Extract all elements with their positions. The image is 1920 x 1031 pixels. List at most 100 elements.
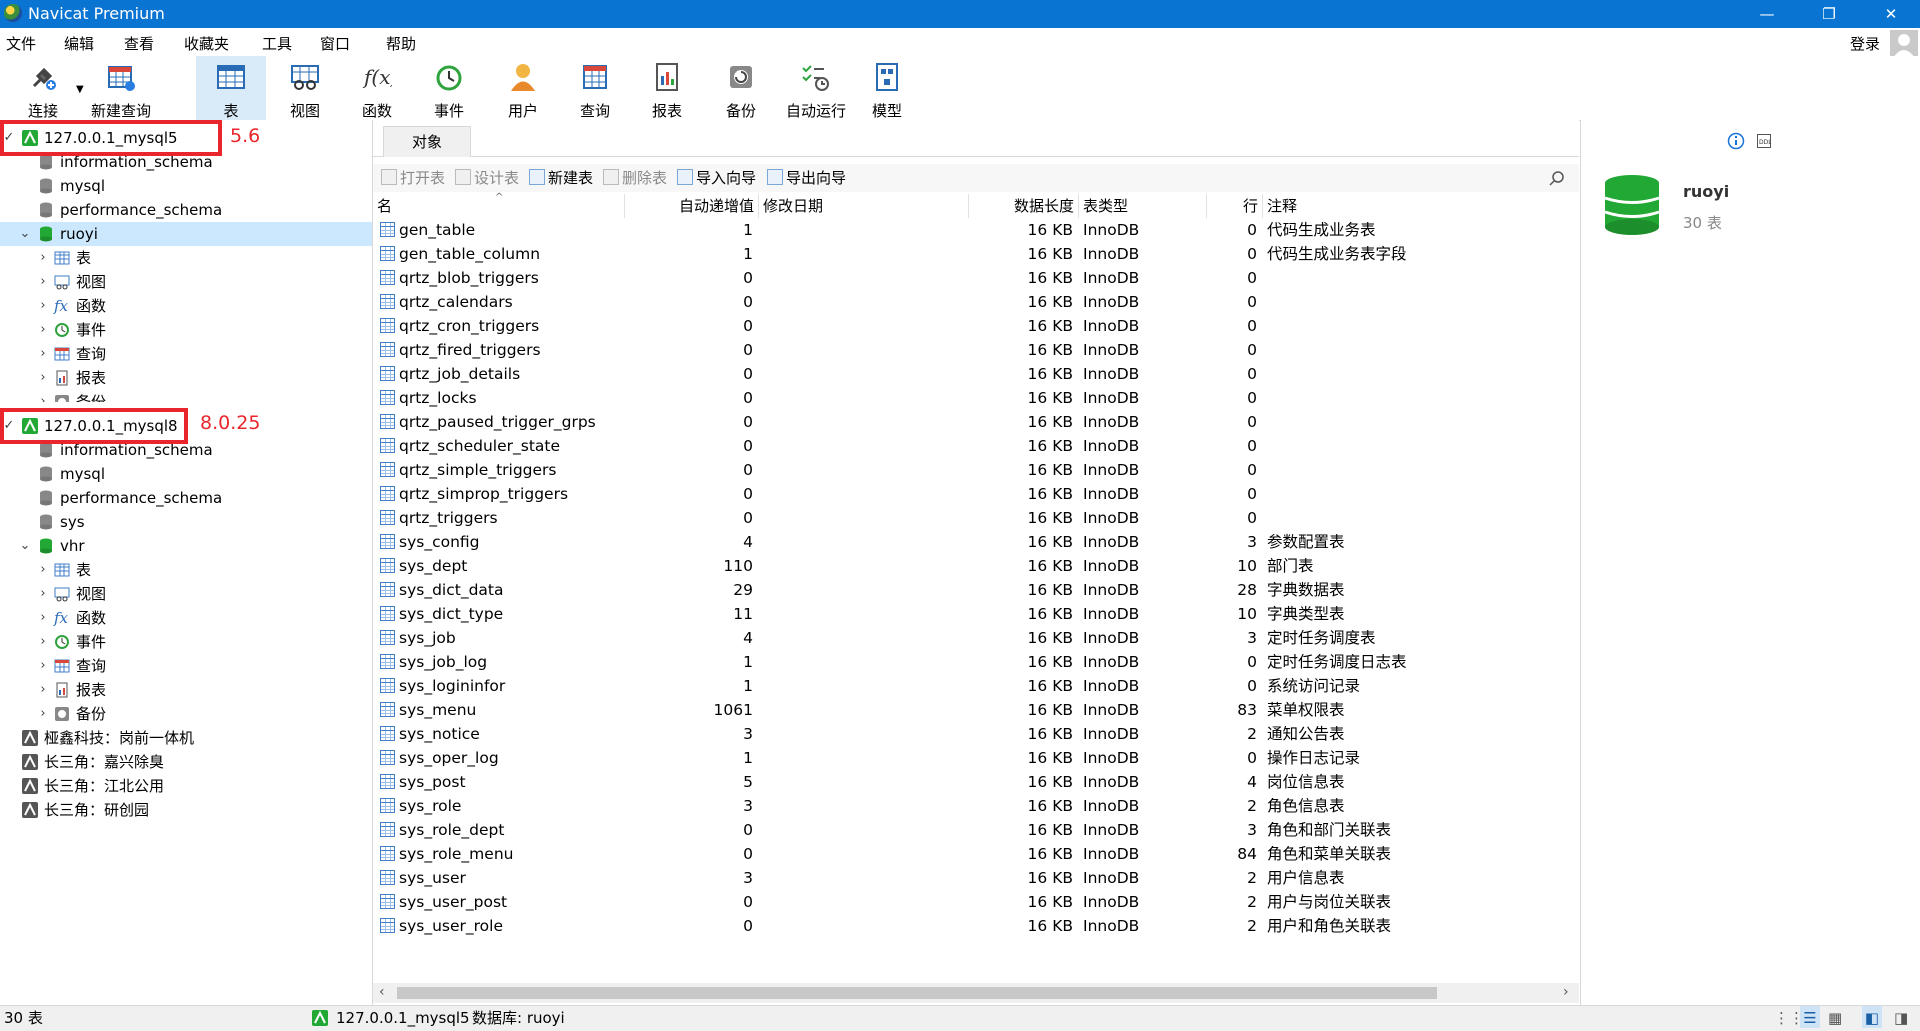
chevron-right-icon[interactable]: › xyxy=(36,270,50,294)
tree-node-tables[interactable]: › 表 xyxy=(0,246,372,270)
import-wizard-button[interactable]: 导入向导 xyxy=(677,168,756,188)
chevron-right-icon[interactable]: › xyxy=(36,246,50,270)
table-row[interactable]: sys_job 4 16 KB InnoDB 3 定时任务调度表 xyxy=(373,626,1579,650)
design-table-button[interactable]: 设计表 xyxy=(455,168,519,188)
table-row[interactable]: qrtz_simple_triggers 0 16 KB InnoDB 0 xyxy=(373,458,1579,482)
table-row[interactable]: sys_menu 1061 16 KB InnoDB 83 菜单权限表 xyxy=(373,698,1579,722)
table-row[interactable]: sys_user_post 0 16 KB InnoDB 2 用户与岗位关联表 xyxy=(373,890,1579,914)
menu-view[interactable]: 查看 xyxy=(124,33,154,54)
tab-objects[interactable]: 对象 xyxy=(383,126,471,157)
close-button[interactable]: ✕ xyxy=(1864,0,1918,28)
tree-db-ruoyi[interactable]: ⌄ ruoyi xyxy=(0,222,372,246)
list-view-icon[interactable]: ☰ xyxy=(1800,1006,1820,1028)
menu-favorites[interactable]: 收藏夹 xyxy=(184,33,229,54)
table-row[interactable]: sys_job_log 1 16 KB InnoDB 0 定时任务调度日志表 xyxy=(373,650,1579,674)
menu-help[interactable]: 帮助 xyxy=(386,33,416,54)
table-row[interactable]: sys_post 5 16 KB InnoDB 4 岗位信息表 xyxy=(373,770,1579,794)
toggle-nav-pane-icon[interactable]: ◨ xyxy=(1894,1006,1908,1030)
col-modified-header[interactable]: 修改日期 xyxy=(759,194,969,218)
toolbar-user-button[interactable]: 用户 xyxy=(488,56,558,120)
tree-node-functions[interactable]: › fx 函数 xyxy=(0,294,372,318)
table-row[interactable]: sys_dept 110 16 KB InnoDB 10 部门表 xyxy=(373,554,1579,578)
table-row[interactable]: qrtz_job_details 0 16 KB InnoDB 0 xyxy=(373,362,1579,386)
table-row[interactable]: qrtz_simprop_triggers 0 16 KB InnoDB 0 xyxy=(373,482,1579,506)
tree-db-sys[interactable]: sys xyxy=(0,510,372,534)
chevron-right-icon[interactable]: › xyxy=(36,630,50,654)
scrollbar-thumb[interactable] xyxy=(397,987,1437,999)
scroll-right-icon[interactable]: › xyxy=(1563,984,1569,1000)
col-engine-header[interactable]: 表类型 xyxy=(1079,194,1207,218)
menu-window[interactable]: 窗口 xyxy=(320,33,350,54)
table-row[interactable]: sys_notice 3 16 KB InnoDB 2 通知公告表 xyxy=(373,722,1579,746)
tree-connection-other[interactable]: 长三角：嘉兴除臭 xyxy=(0,750,372,774)
tree-node-functions-2[interactable]: › fx 函数 xyxy=(0,606,372,630)
toolbar-automation-button[interactable]: 自动运行 xyxy=(780,56,852,120)
toolbar-function-button[interactable]: f(x) 函数 xyxy=(342,56,412,120)
chevron-right-icon[interactable]: › xyxy=(36,558,50,582)
table-row[interactable]: qrtz_blob_triggers 0 16 KB InnoDB 0 xyxy=(373,266,1579,290)
chevron-right-icon[interactable]: › xyxy=(36,606,50,630)
tree-db-vhr[interactable]: ⌄ vhr xyxy=(0,534,372,558)
table-row[interactable]: qrtz_cron_triggers 0 16 KB InnoDB 0 xyxy=(373,314,1579,338)
toggle-info-pane-icon[interactable]: ◧ xyxy=(1862,1006,1882,1028)
table-row[interactable]: qrtz_fired_triggers 0 16 KB InnoDB 0 xyxy=(373,338,1579,362)
table-row[interactable]: sys_dict_type 11 16 KB InnoDB 10 字典类型表 xyxy=(373,602,1579,626)
tree-node-backups[interactable]: › 备份 xyxy=(0,390,372,402)
table-row[interactable]: sys_dict_data 29 16 KB InnoDB 28 字典数据表 xyxy=(373,578,1579,602)
tree-db-mysql-2[interactable]: mysql xyxy=(0,462,372,486)
toolbar-view-button[interactable]: 视图 xyxy=(270,56,340,120)
table-row[interactable]: qrtz_locks 0 16 KB InnoDB 0 xyxy=(373,386,1579,410)
col-autoinc-header[interactable]: 自动递增值 xyxy=(625,194,759,218)
toolbar-backup-button[interactable]: 备份 xyxy=(706,56,776,120)
chevron-right-icon[interactable]: › xyxy=(36,390,50,402)
col-datalength-header[interactable]: 数据长度 xyxy=(969,194,1079,218)
menu-file[interactable]: 文件 xyxy=(6,33,36,54)
open-table-button[interactable]: 打开表 xyxy=(381,168,445,188)
restore-button[interactable]: ❐ xyxy=(1802,0,1856,28)
delete-table-button[interactable]: 删除表 xyxy=(603,168,667,188)
info-icon[interactable] xyxy=(1727,132,1745,150)
toolbar-table-button[interactable]: 表 xyxy=(196,56,266,120)
chevron-right-icon[interactable]: › xyxy=(36,654,50,678)
table-row[interactable]: qrtz_triggers 0 16 KB InnoDB 0 xyxy=(373,506,1579,530)
tree-node-queries-2[interactable]: › 查询 xyxy=(0,654,372,678)
chevron-right-icon[interactable]: › xyxy=(36,318,50,342)
login-link[interactable]: 登录 xyxy=(1850,33,1880,54)
tree-node-reports[interactable]: › 报表 xyxy=(0,366,372,390)
tree-node-queries[interactable]: › 查询 xyxy=(0,342,372,366)
menu-edit[interactable]: 编辑 xyxy=(64,33,94,54)
table-row[interactable]: sys_role_dept 0 16 KB InnoDB 3 角色和部门关联表 xyxy=(373,818,1579,842)
horizontal-scrollbar[interactable]: ‹ › xyxy=(373,983,1579,1003)
new-table-button[interactable]: 新建表 xyxy=(529,168,593,188)
toolbar-event-button[interactable]: 事件 xyxy=(414,56,484,120)
minimize-button[interactable]: — xyxy=(1740,0,1794,28)
search-icon[interactable] xyxy=(1549,170,1565,186)
chevron-right-icon[interactable]: › xyxy=(36,342,50,366)
chevron-down-icon[interactable]: ⌄ xyxy=(18,534,32,558)
table-row[interactable]: sys_role_menu 0 16 KB InnoDB 84 角色和菜单关联表 xyxy=(373,842,1579,866)
ddl-icon[interactable]: DDL xyxy=(1757,134,1771,148)
tree-connection-other[interactable]: 长三角：江北公用 xyxy=(0,774,372,798)
table-row[interactable]: sys_user_role 0 16 KB InnoDB 2 用户和角色关联表 xyxy=(373,914,1579,938)
scroll-left-icon[interactable]: ‹ xyxy=(379,984,385,1000)
detail-view-icon[interactable]: ▦ xyxy=(1828,1006,1842,1030)
export-wizard-button[interactable]: 导出向导 xyxy=(767,168,846,188)
chevron-down-icon[interactable]: ⌄ xyxy=(18,222,32,246)
toolbar-new-query-button[interactable]: 新建查询 xyxy=(86,56,156,120)
table-row[interactable]: sys_config 4 16 KB InnoDB 3 参数配置表 xyxy=(373,530,1579,554)
tree-node-reports-2[interactable]: › 报表 xyxy=(0,678,372,702)
table-row[interactable]: gen_table 1 16 KB InnoDB 0 代码生成业务表 xyxy=(373,218,1579,242)
connect-dropdown-icon[interactable]: ▼ xyxy=(76,84,84,95)
toolbar-query-button[interactable]: 查询 xyxy=(560,56,630,120)
col-rows-header[interactable]: 行 xyxy=(1207,194,1263,218)
table-row[interactable]: sys_role 3 16 KB InnoDB 2 角色信息表 xyxy=(373,794,1579,818)
table-row[interactable]: gen_table_column 1 16 KB InnoDB 0 代码生成业务表字段 xyxy=(373,242,1579,266)
avatar[interactable] xyxy=(1890,30,1918,58)
tree-node-tables-2[interactable]: › 表 xyxy=(0,558,372,582)
tree-connection-other[interactable]: 桠鑫科技：岗前一体机 xyxy=(0,726,372,750)
toolbar-model-button[interactable]: 模型 xyxy=(852,56,922,120)
chevron-right-icon[interactable]: › xyxy=(36,294,50,318)
tree-db-performance-schema-2[interactable]: performance_schema xyxy=(0,486,372,510)
chevron-right-icon[interactable]: › xyxy=(36,582,50,606)
chevron-right-icon[interactable]: › xyxy=(36,366,50,390)
